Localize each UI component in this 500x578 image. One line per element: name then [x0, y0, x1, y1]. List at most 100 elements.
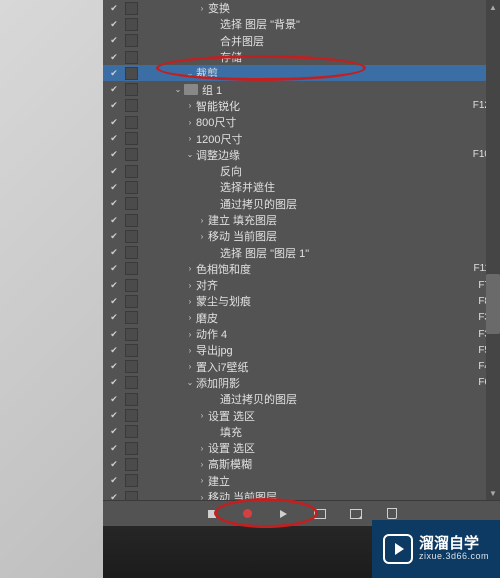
scroll-track[interactable] — [486, 14, 500, 486]
chevron-right-icon[interactable]: › — [184, 118, 196, 127]
action-row[interactable]: ✔›设置 选区 — [103, 440, 500, 456]
new-set-button[interactable] — [309, 505, 331, 523]
dialog-toggle[interactable] — [125, 116, 138, 129]
action-row[interactable]: ✔存储 — [103, 49, 500, 65]
play-button[interactable] — [273, 505, 295, 523]
chevron-right-icon[interactable]: › — [184, 330, 196, 339]
visibility-toggle[interactable]: ✔ — [103, 133, 125, 144]
dialog-toggle[interactable] — [125, 99, 138, 112]
dialog-toggle[interactable] — [125, 165, 138, 178]
chevron-down-icon[interactable]: ⌄ — [172, 85, 184, 94]
dialog-toggle[interactable] — [125, 311, 138, 324]
action-row[interactable]: ✔›800尺寸 — [103, 114, 500, 130]
action-row[interactable]: ✔选择 图层 "图层 1" — [103, 244, 500, 260]
action-row[interactable]: ✔合并图层 — [103, 33, 500, 49]
dialog-toggle[interactable] — [125, 197, 138, 210]
action-row[interactable]: ✔›建立 填充图层 — [103, 212, 500, 228]
action-row[interactable]: ✔通过拷贝的图层 — [103, 391, 500, 407]
action-row[interactable]: ✔选择 图层 "背景" — [103, 16, 500, 32]
dialog-toggle[interactable] — [125, 181, 138, 194]
dialog-toggle[interactable] — [125, 491, 138, 500]
dialog-toggle[interactable] — [125, 34, 138, 47]
chevron-right-icon[interactable]: › — [184, 297, 196, 306]
visibility-toggle[interactable]: ✔ — [103, 100, 125, 111]
dialog-toggle[interactable] — [125, 393, 138, 406]
visibility-toggle[interactable]: ✔ — [103, 52, 125, 63]
dialog-toggle[interactable] — [125, 474, 138, 487]
action-row[interactable]: ✔›高斯模糊 — [103, 456, 500, 472]
action-row[interactable]: ✔›置入i7壁纸F4 — [103, 359, 500, 375]
action-row[interactable]: ✔›蒙尘与划痕F8 — [103, 293, 500, 309]
dialog-toggle[interactable] — [125, 295, 138, 308]
visibility-toggle[interactable]: ✔ — [103, 117, 125, 128]
dialog-toggle[interactable] — [125, 148, 138, 161]
chevron-right-icon[interactable]: › — [196, 476, 208, 485]
action-row[interactable]: ✔›动作 4F3 — [103, 326, 500, 342]
action-row[interactable]: ✔›磨皮F3 — [103, 310, 500, 326]
visibility-toggle[interactable]: ✔ — [103, 345, 125, 356]
visibility-toggle[interactable]: ✔ — [103, 426, 125, 437]
visibility-toggle[interactable]: ✔ — [103, 394, 125, 405]
action-row[interactable]: ✔›智能锐化F12 — [103, 98, 500, 114]
stop-button[interactable] — [201, 505, 223, 523]
action-row[interactable]: ✔›设置 选区 — [103, 407, 500, 423]
chevron-right-icon[interactable]: › — [196, 411, 208, 420]
action-row[interactable]: ✔通过拷贝的图层 — [103, 196, 500, 212]
chevron-right-icon[interactable]: › — [196, 4, 208, 13]
visibility-toggle[interactable]: ✔ — [103, 459, 125, 470]
visibility-toggle[interactable]: ✔ — [103, 296, 125, 307]
visibility-toggle[interactable]: ✔ — [103, 247, 125, 258]
scroll-up[interactable]: ▲ — [486, 0, 500, 14]
visibility-toggle[interactable]: ✔ — [103, 280, 125, 291]
visibility-toggle[interactable]: ✔ — [103, 3, 125, 14]
action-row[interactable]: ✔›1200尺寸 — [103, 130, 500, 146]
dialog-toggle[interactable] — [125, 18, 138, 31]
chevron-right-icon[interactable]: › — [184, 264, 196, 273]
chevron-right-icon[interactable]: › — [196, 493, 208, 500]
action-row[interactable]: ✔›对齐F7 — [103, 277, 500, 293]
action-row[interactable]: ✔⌄添加阴影F6 — [103, 375, 500, 391]
scrollbar[interactable]: ▲ ▼ — [486, 0, 500, 500]
chevron-down-icon[interactable]: ⌄ — [184, 150, 196, 159]
dialog-toggle[interactable] — [125, 344, 138, 357]
dialog-toggle[interactable] — [125, 409, 138, 422]
dialog-toggle[interactable] — [125, 230, 138, 243]
scroll-thumb[interactable] — [486, 274, 500, 334]
visibility-toggle[interactable]: ✔ — [103, 492, 125, 500]
dialog-toggle[interactable] — [125, 51, 138, 64]
dialog-toggle[interactable] — [125, 458, 138, 471]
dialog-toggle[interactable] — [125, 214, 138, 227]
visibility-toggle[interactable]: ✔ — [103, 19, 125, 30]
dialog-toggle[interactable] — [125, 2, 138, 15]
record-button[interactable] — [237, 505, 259, 523]
visibility-toggle[interactable]: ✔ — [103, 166, 125, 177]
chevron-right-icon[interactable]: › — [196, 232, 208, 241]
action-row[interactable]: ✔⌄调整边缘F10 — [103, 147, 500, 163]
dialog-toggle[interactable] — [125, 328, 138, 341]
visibility-toggle[interactable]: ✔ — [103, 182, 125, 193]
dialog-toggle[interactable] — [125, 442, 138, 455]
action-row[interactable]: ✔填充 — [103, 424, 500, 440]
chevron-right-icon[interactable]: › — [184, 101, 196, 110]
visibility-toggle[interactable]: ✔ — [103, 329, 125, 340]
visibility-toggle[interactable]: ✔ — [103, 312, 125, 323]
action-row[interactable]: ✔⌄裁剪 — [103, 65, 500, 81]
visibility-toggle[interactable]: ✔ — [103, 410, 125, 421]
dialog-toggle[interactable] — [125, 132, 138, 145]
chevron-right-icon[interactable]: › — [196, 460, 208, 469]
actions-tree[interactable]: ✔›变换✔选择 图层 "背景"✔合并图层✔存储✔⌄裁剪✔⌄组 1✔›智能锐化F1… — [103, 0, 500, 500]
chevron-down-icon[interactable]: ⌄ — [184, 69, 196, 78]
visibility-toggle[interactable]: ✔ — [103, 198, 125, 209]
new-action-button[interactable] — [345, 505, 367, 523]
visibility-toggle[interactable]: ✔ — [103, 215, 125, 226]
dialog-toggle[interactable] — [125, 279, 138, 292]
visibility-toggle[interactable]: ✔ — [103, 443, 125, 454]
action-row[interactable]: ✔›导出jpgF5 — [103, 342, 500, 358]
action-row[interactable]: ✔›建立 — [103, 473, 500, 489]
action-row[interactable]: ✔选择并遮住 — [103, 179, 500, 195]
visibility-toggle[interactable]: ✔ — [103, 149, 125, 160]
visibility-toggle[interactable]: ✔ — [103, 475, 125, 486]
visibility-toggle[interactable]: ✔ — [103, 35, 125, 46]
dialog-toggle[interactable] — [125, 262, 138, 275]
visibility-toggle[interactable]: ✔ — [103, 361, 125, 372]
